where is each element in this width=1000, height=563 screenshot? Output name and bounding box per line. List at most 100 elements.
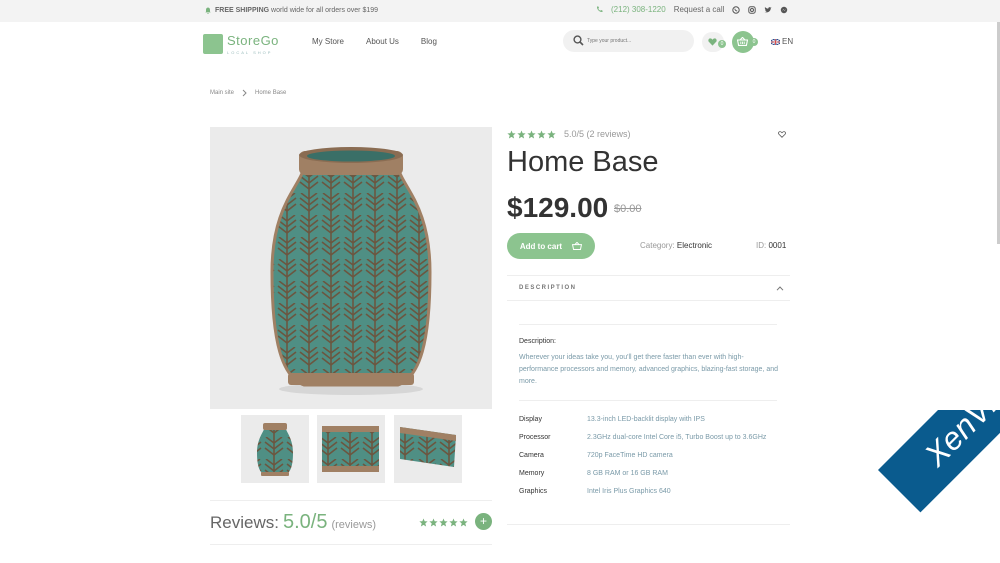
wishlist-button[interactable]: 0 — [702, 32, 726, 52]
thumbnail-1[interactable] — [241, 415, 309, 483]
phone-icon — [596, 6, 603, 13]
divider — [519, 400, 777, 401]
request-call-link[interactable]: Request a call — [674, 5, 725, 14]
description-title: Description: — [519, 338, 556, 345]
thumbnail-vase-detail — [322, 426, 379, 472]
spec-row-camera: Camera 720p FaceTime HD camera — [519, 452, 673, 459]
star-icon — [419, 518, 428, 527]
star-icon — [449, 518, 458, 527]
id-value: 0001 — [768, 241, 787, 250]
reviews-sub: (reviews) — [331, 519, 377, 531]
top-bar: FREE SHIPPING world wide for all orders … — [0, 0, 1000, 22]
language-label: EN — [782, 37, 794, 46]
star-icon — [547, 129, 556, 138]
thumbnail-3[interactable] — [394, 415, 462, 483]
shipping-text: world wide for all orders over $199 — [269, 7, 379, 14]
spec-row-display: Display 13.3-inch LED-backlit display wi… — [519, 416, 705, 423]
spec-key: Graphics — [519, 488, 548, 495]
breadcrumb: Main site Home Base — [210, 89, 286, 97]
chevron-right-icon — [242, 89, 247, 97]
spec-row-processor: Processor 2.3GHz dual-core Intel Core i5… — [519, 434, 766, 441]
divider — [507, 524, 790, 525]
rating-stars — [507, 129, 556, 139]
uk-flag-icon — [771, 38, 780, 45]
heart-icon — [708, 38, 717, 46]
nav-blog[interactable]: Blog — [421, 37, 437, 46]
star-icon — [517, 129, 526, 138]
old-price: $0.00 — [614, 203, 642, 215]
spec-row-graphics: Graphics Intel Iris Plus Graphics 640 — [519, 488, 671, 495]
watermark-text: XenVn.Com — [917, 410, 1000, 473]
basket-icon — [737, 37, 748, 46]
spec-row-memory: Memory 8 GB RAM or 16 GB RAM — [519, 470, 668, 477]
nav-about-us[interactable]: About Us — [366, 37, 399, 46]
spec-key: Display — [519, 416, 542, 423]
spec-key: Memory — [519, 470, 545, 477]
spec-value: Intel Iris Plus Graphics 640 — [587, 488, 671, 495]
category-value[interactable]: Electronic — [677, 241, 712, 250]
spec-key: Processor — [519, 434, 551, 441]
search-input[interactable] — [587, 34, 687, 48]
reviews-count[interactable]: (2 reviews) — [587, 129, 631, 139]
product-category: Category: Electronic — [640, 241, 712, 250]
reviews-section: Reviews: 5.0/5 (reviews) + — [210, 500, 492, 545]
spec-value: 13.3-inch LED-backlit display with IPS — [587, 416, 705, 423]
description-tab[interactable]: DESCRIPTION — [507, 275, 790, 301]
messenger-icon[interactable] — [780, 6, 788, 14]
breadcrumb-root[interactable]: Main site — [210, 90, 234, 96]
language-selector[interactable]: EN — [771, 37, 793, 46]
add-to-cart-button[interactable]: Add to cart — [507, 233, 595, 259]
category-label: Category: — [640, 241, 675, 250]
product-title: Home Base — [507, 146, 659, 178]
chevron-up-icon — [776, 286, 784, 291]
divider — [519, 324, 777, 325]
reviews-stars — [419, 518, 468, 527]
cart-count-badge: 0 — [750, 38, 758, 46]
description-text: Wherever your ideas take you, you'll get… — [519, 354, 779, 385]
logo-mark — [203, 33, 223, 54]
product-id: ID: 0001 — [756, 241, 786, 250]
reviews-label: Reviews: — [210, 513, 279, 532]
description-tab-label: DESCRIPTION — [519, 285, 577, 291]
add-to-cart-label: Add to cart — [519, 241, 563, 251]
star-icon — [537, 129, 546, 138]
main-header: StoreGo LOCAL SHOP My Store About Us Blo… — [0, 22, 1000, 62]
instagram-icon[interactable] — [748, 5, 757, 14]
watermark-band: XenVn.Com — [878, 410, 1000, 513]
wishlist-count-badge: 0 — [718, 40, 726, 48]
search-icon[interactable] — [573, 35, 584, 46]
main-nav: My Store About Us Blog — [312, 37, 437, 46]
add-review-button[interactable]: + — [475, 513, 492, 530]
nav-my-store[interactable]: My Store — [312, 37, 344, 46]
store-logo[interactable]: StoreGo LOCAL SHOP — [203, 32, 279, 55]
product-price: $129.00 — [507, 192, 609, 223]
phone-number[interactable]: (212) 308-1220 — [611, 5, 666, 14]
twitter-icon[interactable] — [764, 6, 773, 14]
star-icon — [459, 518, 468, 527]
thumbnail-2[interactable] — [317, 415, 385, 483]
plus-icon: + — [479, 514, 487, 528]
search-bar[interactable] — [563, 30, 694, 52]
logo-name: StoreGo — [227, 33, 279, 48]
spec-value: 2.3GHz dual-core Intel Core i5, Turbo Bo… — [587, 434, 767, 441]
reviews-score: 5.0/5 — [282, 511, 328, 533]
spec-key: Camera — [519, 452, 544, 459]
spec-value: 720p FaceTime HD camera — [587, 452, 673, 459]
star-icon — [507, 129, 516, 138]
star-icon — [527, 129, 536, 138]
thumbnail-vase-front — [257, 423, 293, 476]
rating-text: 5.0/5 — [564, 129, 585, 139]
basket-icon — [572, 242, 583, 250]
whatsapp-icon[interactable] — [732, 5, 741, 14]
shipping-bold: FREE SHIPPING — [215, 7, 270, 14]
product-main-image[interactable] — [210, 127, 492, 409]
wishlist-heart-icon[interactable] — [778, 131, 786, 138]
star-icon — [439, 518, 448, 527]
logo-sub: LOCAL SHOP — [227, 50, 273, 55]
id-label: ID: — [756, 241, 767, 250]
watermark: XenVn.Com — [850, 410, 1000, 563]
vase-image — [270, 147, 432, 395]
product-rating: 5.0/5 (2 reviews) — [507, 129, 631, 139]
spec-value: 8 GB RAM or 16 GB RAM — [587, 470, 668, 477]
breadcrumb-current: Home Base — [255, 90, 287, 96]
